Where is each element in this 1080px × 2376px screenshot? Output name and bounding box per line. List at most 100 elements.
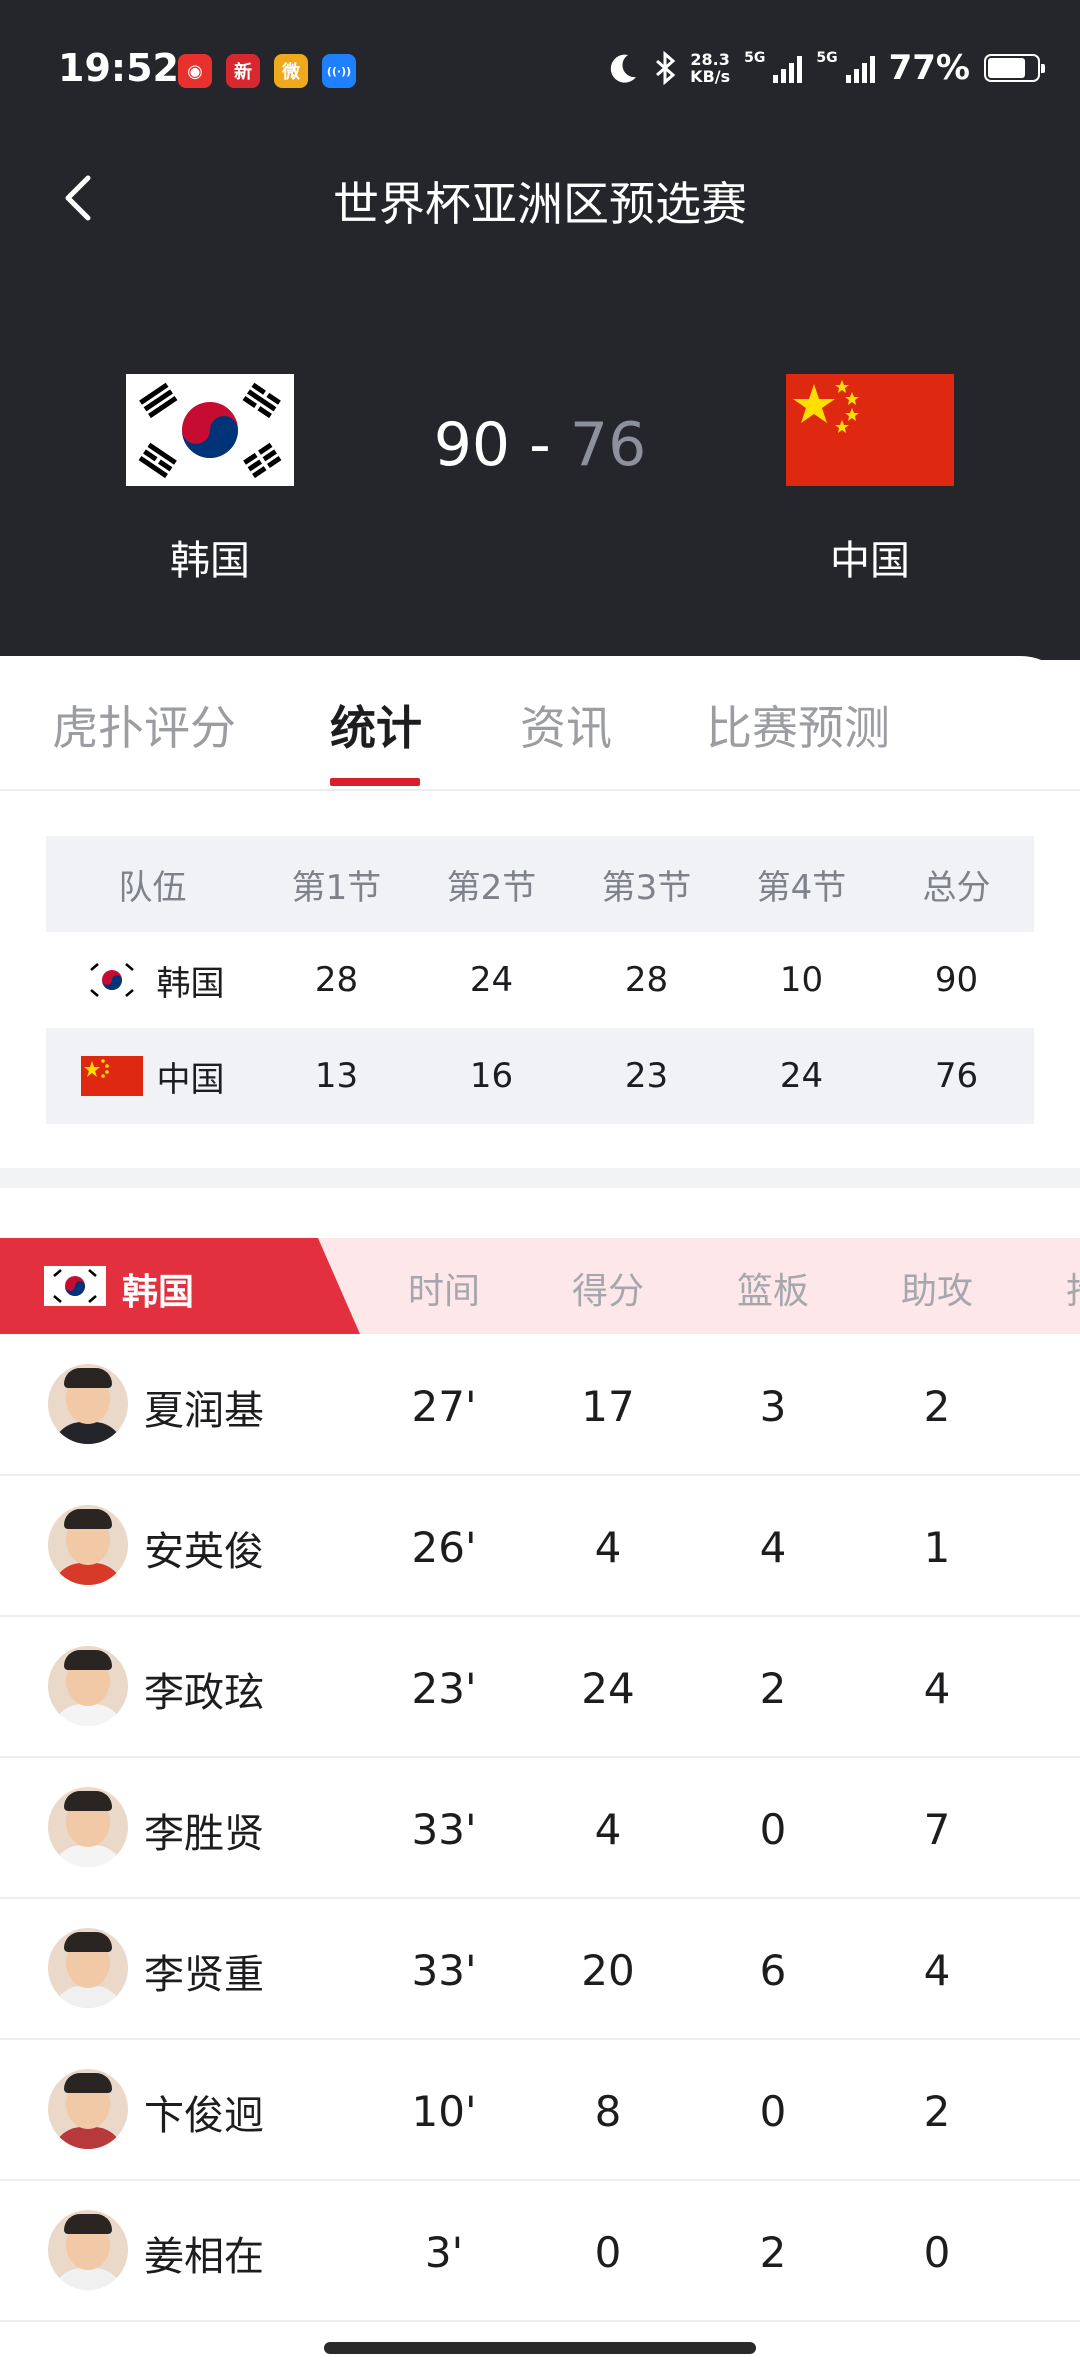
- table-header-row: 队伍 第1节 第2节 第3节 第4节 总分: [46, 836, 1034, 932]
- player-row[interactable]: 安英俊 26' 4 4 1 2: [0, 1475, 1080, 1617]
- player-avatar: [48, 1646, 128, 1726]
- match-header: 19:52 ◉ 新微 ((·)) 28.3 KB/s 5G 5G 77% 世界杯亚洲区…: [0, 0, 1080, 660]
- col-assists[interactable]: 助攻: [857, 1262, 1017, 1314]
- signal-icon-2: [845, 53, 875, 83]
- player-avatar: [48, 1505, 128, 1585]
- header-q1: 第1节: [291, 867, 382, 908]
- player-steals: 9: [1022, 1664, 1080, 1713]
- player-points: 4: [594, 1523, 622, 1572]
- section-divider: [0, 1168, 1080, 1188]
- sohu-news-icon: 新: [226, 54, 260, 88]
- korea-flag-icon: [44, 1266, 106, 1306]
- weibo-icon: 微: [274, 54, 308, 88]
- player-steals: 7: [1022, 1946, 1080, 1995]
- player-avatar: [48, 1787, 128, 1867]
- player-steals: 2: [1022, 1523, 1080, 1572]
- player-rebounds: 6: [759, 1946, 787, 1995]
- q4-score: 10: [779, 960, 824, 1000]
- col-rebounds[interactable]: 篮板: [693, 1262, 853, 1314]
- player-name: 李贤重: [144, 1952, 264, 1998]
- player-avatar: [48, 2210, 128, 2290]
- header-team: 队伍: [118, 867, 187, 908]
- player-assists: 2: [923, 1382, 951, 1431]
- header-q4: 第4节: [756, 867, 847, 908]
- player-steals: 7: [1022, 1382, 1080, 1431]
- player-assists: 4: [923, 1664, 951, 1713]
- battery-percent: 77%: [888, 48, 970, 88]
- q1-score: 13: [314, 1056, 359, 1096]
- player-minutes: 27': [411, 1382, 477, 1431]
- player-name: 李胜贤: [144, 1811, 264, 1857]
- player-row[interactable]: 李政玹23'24249: [0, 1616, 1080, 1758]
- player-assists: 7: [923, 1805, 951, 1854]
- status-time: 19:52: [58, 46, 179, 90]
- active-tab-indicator: [330, 778, 420, 786]
- player-assists: 2: [923, 2087, 951, 2136]
- player-minutes: 33': [411, 1805, 477, 1854]
- player-avatar: [48, 2069, 128, 2149]
- player-points: 0: [594, 2228, 622, 2277]
- network-type-label: 5G: [744, 50, 766, 66]
- header-q2: 第2节: [446, 867, 537, 908]
- col-points[interactable]: 得分: [528, 1262, 688, 1314]
- broadcast-icon: ((·)): [322, 54, 356, 88]
- status-right: 28.3 KB/s 5G 5G 77%: [606, 48, 1045, 88]
- home-indicator[interactable]: [324, 2342, 756, 2354]
- tab-bar: 虎扑评分 统计 资讯 比赛预测: [0, 656, 1080, 791]
- player-minutes: 33': [411, 1946, 477, 1995]
- team-label: 中国: [156, 1059, 225, 1100]
- tab-news[interactable]: 资讯: [520, 692, 612, 758]
- signal-icon: [773, 53, 803, 83]
- q2-score: 16: [469, 1056, 514, 1096]
- player-minutes: 10': [411, 2087, 477, 2136]
- netease-music-icon: ◉: [178, 54, 212, 88]
- header-q3: 第3节: [601, 867, 692, 908]
- player-row[interactable]: 姜相在 3' 0 2 0 0: [0, 2180, 1080, 2322]
- table-row: 韩国 28 24 28 10 90: [46, 932, 1034, 1028]
- player-name: 李政玹: [144, 1670, 264, 1716]
- player-assists: 1: [923, 1523, 951, 1572]
- player-assists: 4: [923, 1946, 951, 1995]
- player-row[interactable]: 卞俊迥 10' 8 0 2 1: [0, 2039, 1080, 2181]
- player-name: 安英俊: [144, 1529, 264, 1575]
- bluetooth-icon: [656, 51, 676, 85]
- tab-statistics[interactable]: 统计: [330, 692, 422, 758]
- tab-prediction[interactable]: 比赛预测: [706, 692, 890, 758]
- player-rebounds: 3: [759, 1382, 787, 1431]
- col-minutes[interactable]: 时间: [364, 1262, 524, 1314]
- player-rebounds: 0: [759, 1805, 787, 1854]
- player-row[interactable]: 夏润基 27' 17 3 2 7: [0, 1334, 1080, 1476]
- total-score: 76: [934, 1056, 979, 1096]
- player-rebounds: 4: [759, 1523, 787, 1572]
- away-team-name[interactable]: 中国: [720, 528, 1020, 586]
- tab-hupu-rating[interactable]: 虎扑评分: [52, 692, 236, 758]
- quarter-score-table: 队伍 第1节 第2节 第3节 第4节 总分 韩国 28 24 28 10 90 …: [46, 836, 1034, 1124]
- player-assists: 0: [923, 2228, 951, 2277]
- korea-flag-icon: [80, 960, 143, 1000]
- player-avatar: [48, 1928, 128, 2008]
- player-points: 8: [594, 2087, 622, 2136]
- player-row[interactable]: 李贤重 33' 20 6 4 7: [0, 1898, 1080, 2040]
- content-card: 虎扑评分 统计 资讯 比赛预测 队伍 第1节 第2节 第3节 第4节 总分 韩国…: [0, 656, 1080, 2376]
- page-title: 世界杯亚洲区预选赛: [333, 177, 747, 231]
- total-score: 90: [934, 960, 979, 1000]
- col-steals[interactable]: 抢断: [1022, 1262, 1080, 1314]
- player-points: 4: [594, 1805, 622, 1854]
- player-minutes: 3': [424, 2228, 464, 2277]
- battery-icon: [984, 54, 1045, 82]
- q1-score: 28: [314, 960, 359, 1000]
- player-name: 卞俊迥: [144, 2093, 264, 2139]
- china-flag-icon[interactable]: [786, 374, 954, 486]
- player-minutes: 23': [411, 1664, 477, 1713]
- player-steals: 1: [1022, 2087, 1080, 2136]
- home-team-name[interactable]: 韩国: [60, 528, 360, 586]
- status-bar: 19:52 ◉ 新微 ((·)) 28.3 KB/s 5G 5G 77%: [0, 0, 1080, 140]
- player-name: 夏润基: [144, 1388, 264, 1434]
- team-switch-tab[interactable]: 韩国: [0, 1238, 360, 1334]
- away-score: 76: [569, 410, 647, 480]
- player-row[interactable]: 李胜贤 33' 4 0 7 2: [0, 1757, 1080, 1899]
- score-separator: -: [510, 410, 570, 480]
- notification-icons: ◉ 新微 ((·)): [178, 54, 356, 88]
- header-total: 总分: [922, 867, 991, 908]
- table-row: 中国 13 16 23 24 76: [46, 1028, 1034, 1124]
